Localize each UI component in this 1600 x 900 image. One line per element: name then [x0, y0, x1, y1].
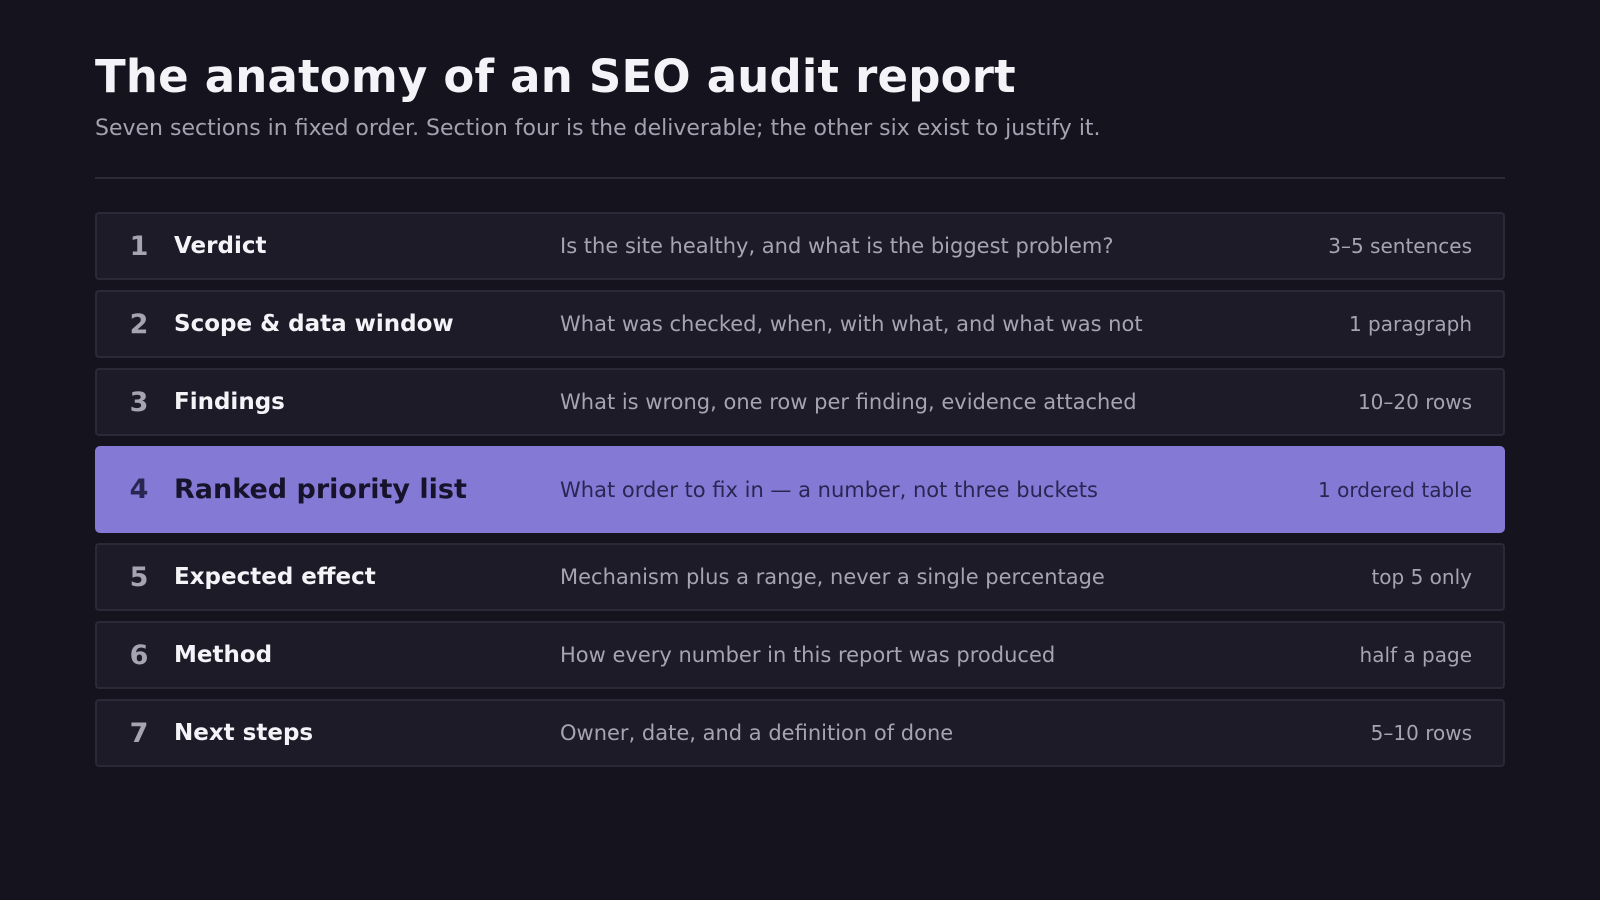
section-length: 3–5 sentences — [1328, 234, 1472, 258]
section-number: 3 — [129, 386, 149, 418]
section-length: top 5 only — [1371, 565, 1472, 589]
section-row-verdict: 1 Verdict Is the site healthy, and what … — [95, 212, 1505, 280]
section-row-ranked-priority-list: 4 Ranked priority list What order to fix… — [95, 446, 1505, 533]
section-number: 1 — [129, 230, 149, 262]
section-row-scope: 2 Scope & data window What was checked, … — [95, 290, 1505, 358]
section-question: What order to fix in — a number, not thr… — [560, 477, 1098, 502]
section-name: Findings — [174, 389, 285, 415]
section-number: 5 — [129, 561, 149, 593]
section-row-findings: 3 Findings What is wrong, one row per fi… — [95, 368, 1505, 436]
section-length: 1 ordered table — [1318, 477, 1472, 502]
section-length: 10–20 rows — [1357, 390, 1472, 414]
section-question: Is the site healthy, and what is the big… — [560, 234, 1114, 258]
section-question: What is wrong, one row per finding, evid… — [560, 390, 1137, 414]
section-number: 4 — [129, 474, 149, 505]
page-title: The anatomy of an SEO audit report — [95, 50, 1016, 103]
section-length: 1 paragraph — [1348, 312, 1472, 336]
section-row-expected-effect: 5 Expected effect Mechanism plus a range… — [95, 543, 1505, 611]
section-number: 2 — [129, 308, 149, 340]
section-question: How every number in this report was prod… — [560, 643, 1056, 667]
section-length: 5–10 rows — [1370, 721, 1472, 745]
section-row-next-steps: 7 Next steps Owner, date, and a definiti… — [95, 699, 1505, 767]
header-divider — [95, 177, 1505, 179]
section-name: Scope & data window — [174, 311, 454, 337]
section-row-method: 6 Method How every number in this report… — [95, 621, 1505, 689]
section-name: Verdict — [174, 233, 267, 259]
section-length: half a page — [1359, 643, 1472, 667]
section-name: Method — [174, 642, 273, 668]
section-question: Mechanism plus a range, never a single p… — [560, 565, 1105, 589]
section-number: 6 — [129, 639, 149, 671]
page-subtitle: Seven sections in fixed order. Section f… — [95, 116, 1101, 141]
section-list: 1 Verdict Is the site healthy, and what … — [95, 212, 1505, 777]
section-number: 7 — [129, 717, 149, 749]
section-name: Expected effect — [174, 564, 376, 590]
section-question: What was checked, when, with what, and w… — [560, 312, 1143, 336]
section-question: Owner, date, and a definition of done — [560, 721, 954, 745]
section-name: Next steps — [174, 720, 314, 746]
section-name: Ranked priority list — [174, 474, 467, 505]
